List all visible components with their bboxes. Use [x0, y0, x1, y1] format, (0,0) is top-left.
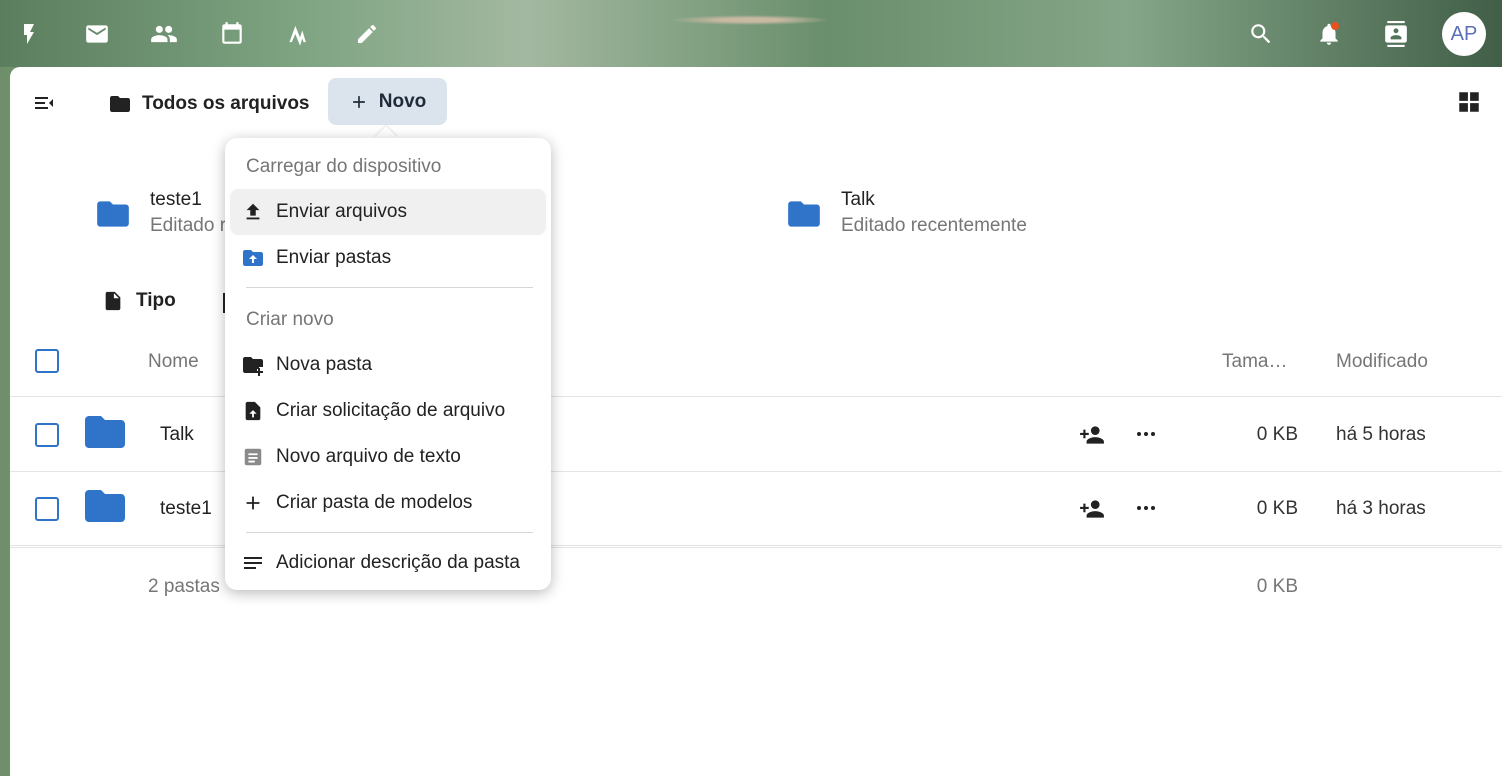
share-icon[interactable] [1078, 422, 1106, 448]
menu-item-label: Novo arquivo de texto [276, 446, 461, 467]
row-modified: há 3 horas [1336, 498, 1426, 519]
menu-separator [246, 287, 533, 288]
share-icon[interactable] [1078, 496, 1106, 522]
recent-item-name: Talk [841, 189, 875, 210]
menu-item-label: Criar pasta de modelos [276, 492, 473, 513]
more-actions-icon[interactable] [1134, 496, 1158, 520]
row-modified: há 5 horas [1336, 424, 1426, 445]
folder-icon [85, 490, 125, 522]
type-filter-label: Tipo [136, 290, 176, 311]
text-lines-icon [230, 540, 276, 586]
notification-dot [1331, 22, 1339, 30]
folder-plus-icon [230, 342, 276, 388]
row-checkbox[interactable] [35, 497, 59, 521]
menu-item-label: Enviar arquivos [276, 201, 407, 222]
plus-icon [352, 95, 365, 108]
folder-icon [85, 416, 125, 448]
menu-item-label: Criar solicitação de arquivo [276, 400, 506, 421]
column-modified[interactable]: Modificado [1336, 351, 1428, 373]
folder-upload-icon [230, 235, 276, 281]
total-size: 0 KB [1256, 576, 1298, 597]
row-file-name[interactable]: Talk [160, 424, 194, 446]
more-actions-icon[interactable] [1134, 422, 1158, 446]
column-size[interactable]: Tama… [1222, 351, 1287, 373]
menu-item-label: Nova pasta [276, 354, 373, 375]
folder-icon [788, 201, 820, 227]
notifications-icon[interactable] [1313, 18, 1345, 50]
menu-item-upload-files[interactable]: Enviar arquivos [230, 189, 546, 235]
plus-icon [230, 480, 276, 526]
toggle-navigation-icon[interactable] [32, 91, 56, 115]
new-button[interactable]: Novo [328, 78, 447, 125]
menu-item-templates-folder[interactable]: Criar pasta de modelos [230, 480, 546, 526]
contacts-icon[interactable] [148, 18, 180, 50]
file-icon [105, 291, 121, 311]
column-name[interactable]: Nome [148, 351, 199, 373]
search-icon[interactable] [1245, 18, 1277, 50]
upload-icon [230, 189, 276, 235]
folder-icon [97, 201, 129, 227]
menu-item-file-request[interactable]: Criar solicitação de arquivo [230, 388, 546, 434]
type-filter[interactable]: Tipo [102, 289, 176, 313]
menu-item-new-folder[interactable]: Nova pasta [230, 342, 546, 388]
breadcrumb-label: Todos os arquivos [142, 93, 310, 114]
menu-item-new-text-file[interactable]: Novo arquivo de texto [230, 434, 546, 480]
recent-item-subtitle: Editado r [150, 215, 227, 236]
mail-icon[interactable] [81, 18, 113, 50]
breadcrumb[interactable]: Todos os arquivos [108, 89, 310, 119]
folder-count: 2 pastas [148, 576, 220, 597]
contacts-menu-icon[interactable] [1380, 18, 1412, 50]
row-size: 0 KB [1256, 498, 1298, 519]
new-button-label: Novo [378, 90, 427, 112]
recent-item[interactable]: Talk Editado recentemente [785, 187, 1027, 237]
recent-item[interactable]: teste1 Editado r [94, 187, 226, 237]
menu-item-add-description[interactable]: Adicionar descrição da pasta [230, 540, 546, 586]
top-header: AP [0, 0, 1502, 67]
grid-view-icon[interactable] [1456, 89, 1482, 115]
row-file-name[interactable]: teste1 [160, 498, 212, 520]
file-upload-icon [230, 388, 276, 434]
menu-item-label: Enviar pastas [276, 247, 392, 268]
menu-separator [246, 532, 533, 533]
menu-item-upload-folders[interactable]: Enviar pastas [230, 235, 546, 281]
edit-icon[interactable] [351, 18, 383, 50]
menu-arrow [374, 126, 398, 138]
notes-icon[interactable] [284, 18, 316, 50]
row-size: 0 KB [1256, 424, 1298, 445]
recent-item-name: teste1 [150, 189, 202, 210]
menu-item-label: Adicionar descrição da pasta [276, 552, 520, 573]
new-menu: Carregar do dispositivo Enviar arquivos … [225, 138, 551, 590]
menu-caption-create: Criar novo [246, 309, 334, 330]
select-all-checkbox[interactable] [35, 349, 59, 373]
folder-icon [110, 96, 130, 112]
text-file-icon [230, 434, 276, 480]
menu-caption-upload: Carregar do dispositivo [246, 156, 442, 177]
calendar-icon[interactable] [216, 18, 248, 50]
recent-item-subtitle: Editado recentemente [841, 215, 1027, 236]
activity-icon[interactable] [13, 18, 45, 50]
breadcrumb-bar: Todos os arquivos Novo [10, 67, 1502, 137]
avatar[interactable]: AP [1442, 12, 1486, 56]
row-checkbox[interactable] [35, 423, 59, 447]
